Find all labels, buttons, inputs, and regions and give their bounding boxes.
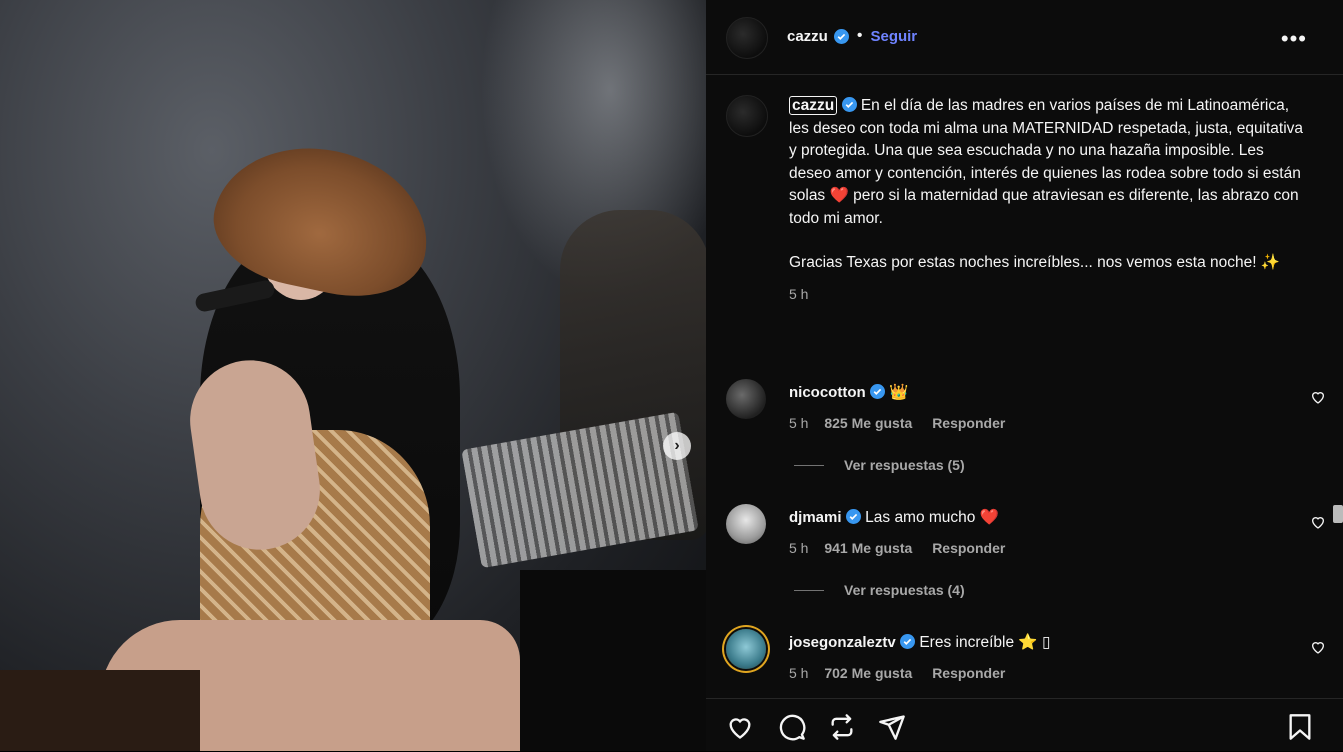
verified-icon [845, 509, 861, 524]
commenter-avatar[interactable] [726, 629, 766, 669]
separator: • [856, 27, 863, 44]
caption-author-avatar[interactable] [726, 95, 768, 137]
verified-icon [833, 28, 849, 44]
post-side-panel: cazzu • Seguir ••• cazzu En el día de la… [706, 0, 1343, 751]
commenter-username[interactable]: djmami [789, 509, 842, 526]
post-time: 5 h [789, 285, 809, 302]
reply-button[interactable]: Responder [932, 665, 1005, 681]
view-replies-label[interactable]: Ver respuestas (4) [844, 582, 965, 598]
post-caption: cazzu En el día de las madres en varios … [789, 95, 1309, 305]
comment-time: 5 h [789, 665, 809, 681]
view-replies-button[interactable]: Ver respuestas (4) [794, 582, 965, 598]
view-replies-button[interactable]: Ver respuestas (5) [794, 457, 965, 473]
author-username[interactable]: cazzu [787, 28, 828, 45]
comments-scroll[interactable]: cazzu En el día de las madres en varios … [706, 75, 1333, 695]
like-icon[interactable] [726, 713, 754, 741]
heart-icon[interactable] [1310, 639, 1326, 655]
more-options-icon[interactable]: ••• [1281, 26, 1307, 52]
caption-text-rest: pero si la maternidad que atraviesan es … [789, 187, 1299, 227]
save-icon[interactable] [1286, 713, 1314, 741]
comment-icon[interactable] [778, 713, 806, 741]
comment-text: Eres increíble ⭐ ▯ [919, 634, 1051, 651]
comment-likes[interactable]: 702 Me gusta [824, 665, 912, 681]
commenter-avatar[interactable] [726, 379, 766, 419]
reply-button[interactable]: Responder [932, 540, 1005, 556]
share-icon[interactable] [828, 713, 856, 741]
chair [0, 670, 200, 751]
post-header: cazzu • Seguir ••• [706, 0, 1343, 75]
comment-text: 👑 [889, 384, 909, 401]
follow-button[interactable]: Seguir [870, 28, 917, 45]
caption-text-2: Gracias Texas por estas noches increíble… [789, 254, 1257, 271]
commenter-username[interactable]: josegonzaleztv [789, 634, 896, 651]
post-actions-bar [706, 698, 1343, 752]
replies-divider [794, 464, 824, 466]
verified-icon [900, 634, 916, 649]
commenter-avatar[interactable] [726, 504, 766, 544]
reply-button[interactable]: Responder [932, 415, 1005, 431]
sparkles-emoji: ✨ [1260, 254, 1281, 271]
post-image[interactable]: › [0, 0, 706, 751]
comment-likes[interactable]: 941 Me gusta [824, 540, 912, 556]
heart-icon[interactable] [1310, 514, 1326, 530]
comment-time: 5 h [789, 540, 809, 556]
heart-emoji: ❤️ [829, 187, 849, 204]
scrollbar-thumb[interactable] [1333, 505, 1343, 523]
view-replies-label[interactable]: Ver respuestas (5) [844, 457, 965, 473]
heart-icon[interactable] [1310, 389, 1326, 405]
send-icon[interactable] [878, 713, 906, 741]
caption-author-username[interactable]: cazzu [789, 96, 838, 115]
commenter-username[interactable]: nicocotton [789, 384, 866, 401]
author-avatar[interactable] [726, 17, 768, 59]
comment-time: 5 h [789, 415, 809, 431]
accordion [461, 411, 699, 569]
replies-divider [794, 589, 824, 591]
verified-icon [869, 384, 885, 399]
comment-text: Las amo mucho ❤️ [865, 509, 1000, 526]
music-stand [520, 570, 706, 751]
comment-likes[interactable]: 825 Me gusta [824, 415, 912, 431]
verified-icon [841, 97, 857, 112]
next-image-icon[interactable]: › [663, 432, 691, 460]
